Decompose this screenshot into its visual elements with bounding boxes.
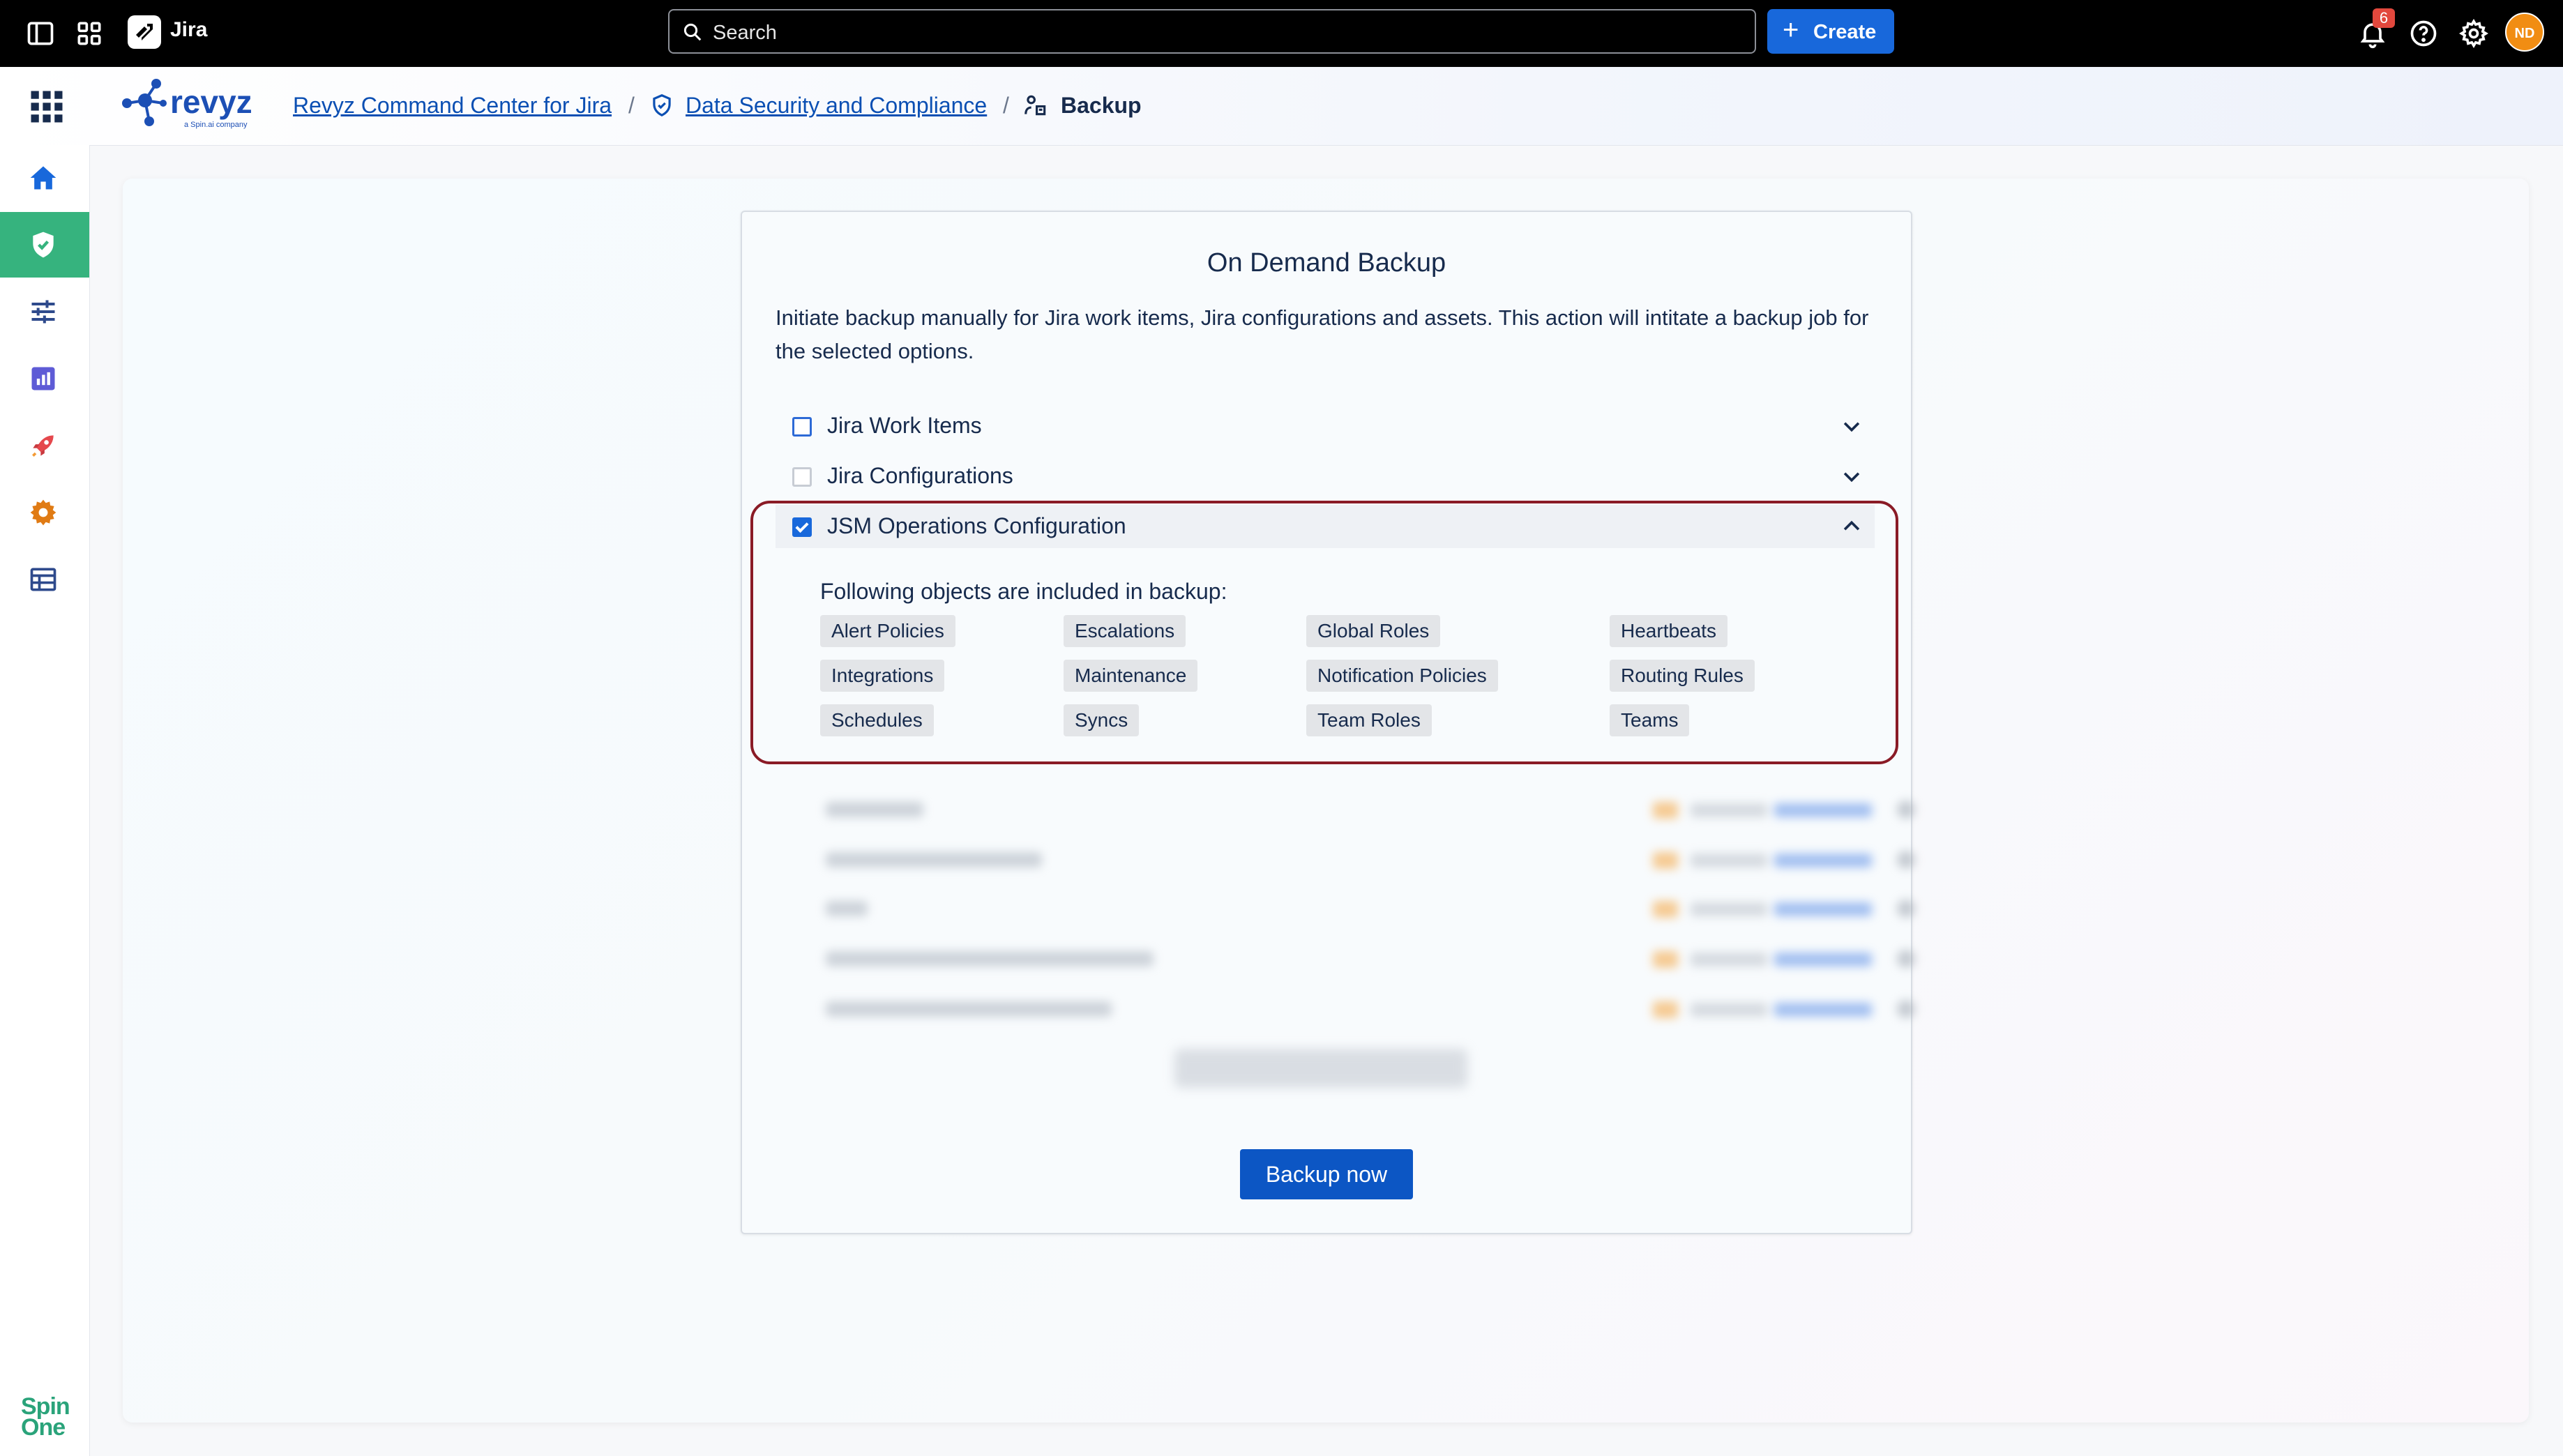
object-tag: Schedules bbox=[820, 704, 934, 736]
object-tag: Integrations bbox=[820, 660, 945, 692]
left-sidebar: Spin One bbox=[0, 145, 90, 1456]
sidebar-item-home[interactable] bbox=[0, 145, 89, 211]
object-tag: Escalations bbox=[1064, 615, 1186, 647]
card-description: Initiate backup manually for Jira work i… bbox=[776, 305, 1869, 363]
rocket-icon bbox=[32, 435, 54, 457]
blurred-button bbox=[1174, 1049, 1467, 1088]
svg-text:a Spin.ai company: a Spin.ai company bbox=[184, 121, 248, 129]
blurred-link bbox=[1774, 953, 1872, 966]
sidebar-item-settings-sliders[interactable] bbox=[0, 279, 89, 344]
sidebar-item-security[interactable] bbox=[0, 212, 89, 278]
sidebar-item-reports[interactable] bbox=[0, 346, 89, 411]
jira-configurations-checkbox[interactable] bbox=[792, 467, 812, 487]
table-icon bbox=[30, 568, 56, 591]
blurred-chevron bbox=[1897, 851, 1915, 869]
breadcrumb-current-backup: Backup bbox=[1061, 93, 1142, 118]
section-jira-configurations[interactable]: Jira Configurations bbox=[776, 455, 1875, 498]
backup-now-button[interactable]: Backup now bbox=[1240, 1149, 1413, 1199]
create-label: Create bbox=[1813, 21, 1877, 43]
object-tag: Heartbeats bbox=[1610, 615, 1727, 647]
blurred-badge bbox=[1653, 901, 1678, 918]
blurred-chevron bbox=[1897, 900, 1915, 918]
search-placeholder: Search bbox=[713, 22, 777, 44]
blurred-badge bbox=[1653, 951, 1678, 968]
section-label: Jira Configurations bbox=[827, 463, 1013, 488]
blurred-chevron bbox=[1897, 1000, 1915, 1018]
jsm-operations-checkbox[interactable] bbox=[792, 517, 812, 537]
blurred-chevron bbox=[1897, 950, 1915, 968]
blurred-text bbox=[1691, 1003, 1767, 1017]
breadcrumb-data-security-compliance[interactable]: Data Security and Compliance bbox=[686, 93, 987, 119]
sliders-icon bbox=[31, 300, 55, 324]
home-icon bbox=[30, 166, 56, 190]
search-icon bbox=[683, 23, 702, 41]
blurred-text bbox=[1691, 953, 1767, 966]
object-tag: Routing Rules bbox=[1610, 660, 1755, 692]
notification-count-badge: 6 bbox=[2373, 8, 2395, 28]
help-icon[interactable] bbox=[2408, 18, 2439, 49]
apps-grid-icon[interactable] bbox=[28, 88, 66, 126]
object-tag: Teams bbox=[1610, 704, 1690, 736]
spinone-logo-line2: One bbox=[21, 1414, 66, 1441]
blurred-badge bbox=[1653, 802, 1678, 819]
section-label: JSM Operations Configuration bbox=[827, 513, 1126, 538]
breadcrumb-separator: / bbox=[628, 93, 635, 118]
object-tag: Team Roles bbox=[1306, 704, 1432, 736]
jira-logo-icon[interactable] bbox=[128, 15, 161, 49]
top-navigation-bar: Jira Search + Create 6 ND bbox=[0, 0, 2563, 67]
blurred-text bbox=[1691, 803, 1767, 817]
object-tag: Maintenance bbox=[1064, 660, 1198, 692]
chart-icon bbox=[31, 367, 55, 390]
blurred-text bbox=[1691, 854, 1767, 867]
sidebar-item-table[interactable] bbox=[0, 547, 89, 612]
chevron-down-icon[interactable] bbox=[1840, 464, 1863, 488]
blurred-text bbox=[1691, 902, 1767, 916]
jira-work-items-checkbox[interactable] bbox=[792, 417, 812, 437]
sidebar-item-configuration[interactable] bbox=[0, 480, 89, 545]
create-button[interactable]: + Create bbox=[1767, 9, 1894, 54]
blurred-row bbox=[826, 802, 923, 817]
blurred-link bbox=[1774, 803, 1872, 817]
blurred-row bbox=[826, 1001, 1112, 1017]
blurred-badge bbox=[1653, 852, 1678, 869]
blurred-row bbox=[826, 901, 868, 916]
blurred-badge bbox=[1653, 1001, 1678, 1018]
blurred-chevron bbox=[1897, 801, 1915, 819]
object-tag: Alert Policies bbox=[820, 615, 955, 647]
section-jira-work-items[interactable]: Jira Work Items bbox=[776, 404, 1875, 448]
objects-heading: Following objects are included in backup… bbox=[820, 579, 1227, 604]
app-name[interactable]: Jira bbox=[170, 18, 207, 42]
plus-icon: + bbox=[1783, 15, 1799, 45]
settings-gear-icon[interactable] bbox=[2458, 18, 2489, 49]
chevron-up-icon[interactable] bbox=[1840, 515, 1863, 538]
svg-text:revyz: revyz bbox=[170, 84, 252, 120]
sidebar-toggle-icon[interactable] bbox=[25, 18, 56, 49]
blurred-link bbox=[1774, 902, 1872, 916]
object-tag: Notification Policies bbox=[1306, 660, 1498, 692]
blurred-content bbox=[784, 784, 1915, 1077]
blurred-link bbox=[1774, 1003, 1872, 1017]
shield-icon bbox=[33, 232, 54, 258]
search-input[interactable]: Search bbox=[668, 9, 1756, 54]
breadcrumb-revyz-command-center[interactable]: Revyz Command Center for Jira bbox=[293, 93, 612, 119]
on-demand-backup-card: On Demand Backup Initiate backup manuall… bbox=[741, 211, 1915, 1234]
blurred-row bbox=[826, 951, 1154, 966]
section-jsm-operations-configuration[interactable]: JSM Operations Configuration bbox=[776, 505, 1875, 548]
section-label: Jira Work Items bbox=[827, 413, 982, 438]
shield-icon bbox=[649, 92, 675, 119]
blurred-link bbox=[1774, 854, 1872, 867]
card-title: On Demand Backup bbox=[1207, 248, 1446, 278]
blurred-row bbox=[826, 852, 1042, 867]
sidebar-item-migration[interactable] bbox=[0, 413, 89, 478]
gear-icon bbox=[30, 499, 56, 526]
object-tag: Global Roles bbox=[1306, 615, 1441, 647]
object-tag: Syncs bbox=[1064, 704, 1140, 736]
backup-icon bbox=[1022, 92, 1049, 119]
revyz-logo[interactable]: revyz a Spin.ai company bbox=[110, 75, 264, 134]
app-switcher-icon[interactable] bbox=[74, 18, 105, 49]
breadcrumb-separator: / bbox=[1003, 93, 1009, 118]
spinone-logo: Spin One bbox=[21, 1395, 70, 1441]
user-avatar[interactable]: ND bbox=[2505, 13, 2544, 52]
chevron-down-icon[interactable] bbox=[1840, 414, 1863, 438]
